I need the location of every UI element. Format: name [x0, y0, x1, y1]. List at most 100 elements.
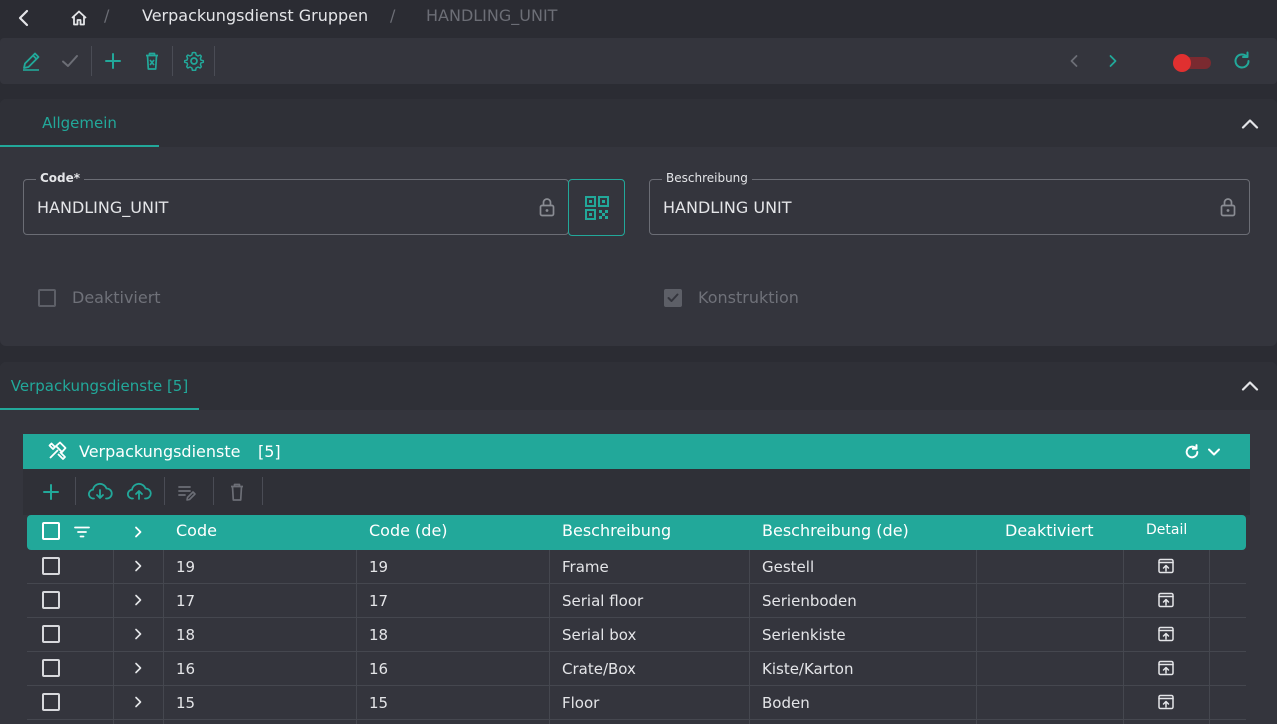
- deactivated-checkbox[interactable]: [38, 288, 56, 307]
- save-check-icon[interactable]: [59, 50, 81, 72]
- tab-services[interactable]: Verpackungsdienste [5]: [0, 362, 199, 410]
- toolbar-divider: [91, 46, 92, 76]
- column-header-deactivated[interactable]: Deaktiviert: [1005, 521, 1094, 540]
- grid-column-header: Code Code (de) Beschreibung Beschreibung…: [27, 515, 1246, 550]
- cell-code-de: 15: [369, 694, 389, 712]
- row-checkbox[interactable]: [42, 625, 60, 643]
- settings-gear-icon[interactable]: [183, 50, 205, 72]
- toggle-knob: [1173, 54, 1191, 72]
- open-detail-icon[interactable]: [1157, 693, 1175, 711]
- add-plus-icon[interactable]: [102, 50, 124, 72]
- filter-icon[interactable]: [73, 523, 91, 541]
- open-detail-icon[interactable]: [1157, 557, 1175, 575]
- grid-toolbar: [23, 469, 1250, 515]
- table-row[interactable]: 15 15 Floor Boden: [27, 686, 1246, 720]
- toolbar-divider: [164, 477, 165, 505]
- column-header-code-de[interactable]: Code (de): [369, 521, 448, 540]
- main-toolbar: [0, 38, 1277, 84]
- cell-code: 16: [176, 660, 196, 678]
- cell-description: Serial box: [562, 626, 637, 644]
- grid-add-plus-icon[interactable]: [40, 481, 62, 503]
- toolbar-divider: [213, 477, 214, 505]
- general-tab-bar: Allgemein: [0, 99, 1277, 147]
- cloud-download-icon[interactable]: [87, 481, 113, 503]
- toolbar-divider: [262, 477, 263, 505]
- lock-icon: [537, 196, 557, 218]
- cell-description: Frame: [562, 558, 609, 576]
- breadcrumb: / Verpackungsdienst Gruppen / HANDLING_U…: [0, 0, 1277, 36]
- cell-code-de: 18: [369, 626, 389, 644]
- row-checkbox[interactable]: [42, 659, 60, 677]
- breadcrumb-separator: /: [390, 6, 396, 25]
- table-row[interactable]: 16 16 Crate/Box Kiste/Karton: [27, 652, 1246, 686]
- cell-description: Crate/Box: [562, 660, 636, 678]
- cell-code-de: 17: [369, 592, 389, 610]
- description-field[interactable]: Beschreibung HANDLING UNIT: [649, 171, 1250, 235]
- code-field[interactable]: Code* HANDLING_UNIT: [23, 171, 569, 235]
- row-checkbox[interactable]: [42, 693, 60, 711]
- table-row[interactable]: 19 19 Frame Gestell: [27, 550, 1246, 584]
- table-row[interactable]: 17 17 Serial floor Serienboden: [27, 584, 1246, 618]
- bulk-edit-icon[interactable]: [176, 481, 198, 503]
- status-toggle[interactable]: [1173, 54, 1211, 72]
- refresh-icon[interactable]: [1231, 50, 1253, 72]
- column-header-description-de[interactable]: Beschreibung (de): [762, 521, 909, 540]
- cell-code-de: 16: [369, 660, 389, 678]
- cloud-upload-icon[interactable]: [126, 481, 152, 503]
- cell-description-de: Gestell: [762, 558, 815, 576]
- row-checkbox[interactable]: [42, 591, 60, 609]
- open-detail-icon[interactable]: [1157, 659, 1175, 677]
- grid-expand-chevron-down-icon[interactable]: [1205, 443, 1223, 461]
- cell-code: 17: [176, 592, 196, 610]
- collapse-general-chevron-up-icon[interactable]: [1238, 112, 1262, 136]
- cell-description-de: Kiste/Karton: [762, 660, 854, 678]
- column-header-description[interactable]: Beschreibung: [562, 521, 671, 540]
- code-field-label: Code*: [36, 171, 85, 185]
- cell-description: Floor: [562, 694, 600, 712]
- row-expand-chevron-icon[interactable]: [131, 660, 145, 676]
- construction-checkbox-row: Konstruktion: [664, 288, 799, 307]
- expand-all-chevron-icon[interactable]: [131, 524, 145, 540]
- collapse-services-chevron-up-icon[interactable]: [1238, 374, 1262, 398]
- select-all-checkbox[interactable]: [42, 522, 60, 540]
- next-record-chevron-icon[interactable]: [1102, 50, 1124, 72]
- lock-icon: [1218, 196, 1238, 218]
- cell-description-de: Boden: [762, 694, 810, 712]
- row-expand-chevron-icon[interactable]: [131, 626, 145, 642]
- cell-description: Serial floor: [562, 592, 644, 610]
- cell-description-de: Serienkiste: [762, 626, 846, 644]
- grid-header: Verpackungsdienste [5]: [23, 434, 1250, 469]
- row-expand-chevron-icon[interactable]: [131, 592, 145, 608]
- cell-code: 15: [176, 694, 196, 712]
- grid-delete-trash-icon[interactable]: [226, 481, 248, 503]
- table-row[interactable]: 18 18 Serial box Serienkiste: [27, 618, 1246, 652]
- deactivated-checkbox-row: Deaktiviert: [38, 288, 161, 307]
- code-field-value: HANDLING_UNIT: [37, 198, 169, 217]
- home-icon[interactable]: [70, 9, 88, 27]
- row-checkbox[interactable]: [42, 557, 60, 575]
- cell-code: 18: [176, 626, 196, 644]
- row-expand-chevron-icon[interactable]: [131, 558, 145, 574]
- grid-title: Verpackungsdienste: [79, 442, 241, 461]
- open-detail-icon[interactable]: [1157, 591, 1175, 609]
- cell-description-de: Serienboden: [762, 592, 857, 610]
- description-field-value: HANDLING UNIT: [663, 198, 792, 217]
- row-expand-chevron-icon[interactable]: [131, 694, 145, 710]
- previous-record-chevron-icon[interactable]: [1063, 50, 1085, 72]
- back-arrow-icon[interactable]: [14, 8, 34, 28]
- grid-refresh-icon[interactable]: [1183, 443, 1201, 461]
- grid-count: [5]: [258, 442, 281, 461]
- construction-checkbox[interactable]: [664, 288, 682, 307]
- qr-code-button[interactable]: [568, 179, 625, 236]
- column-header-detail: Detail: [1146, 522, 1188, 538]
- toolbar-divider: [214, 46, 215, 76]
- toolbar-divider: [75, 477, 76, 505]
- breadcrumb-group-link[interactable]: Verpackungsdienst Gruppen: [142, 6, 368, 25]
- tab-general[interactable]: Allgemein: [0, 99, 159, 147]
- column-header-code[interactable]: Code: [176, 521, 217, 540]
- tools-icon: [47, 441, 67, 461]
- toolbar-divider: [172, 46, 173, 76]
- delete-trash-icon[interactable]: [141, 50, 163, 72]
- open-detail-icon[interactable]: [1157, 625, 1175, 643]
- edit-pencil-icon[interactable]: [20, 50, 42, 72]
